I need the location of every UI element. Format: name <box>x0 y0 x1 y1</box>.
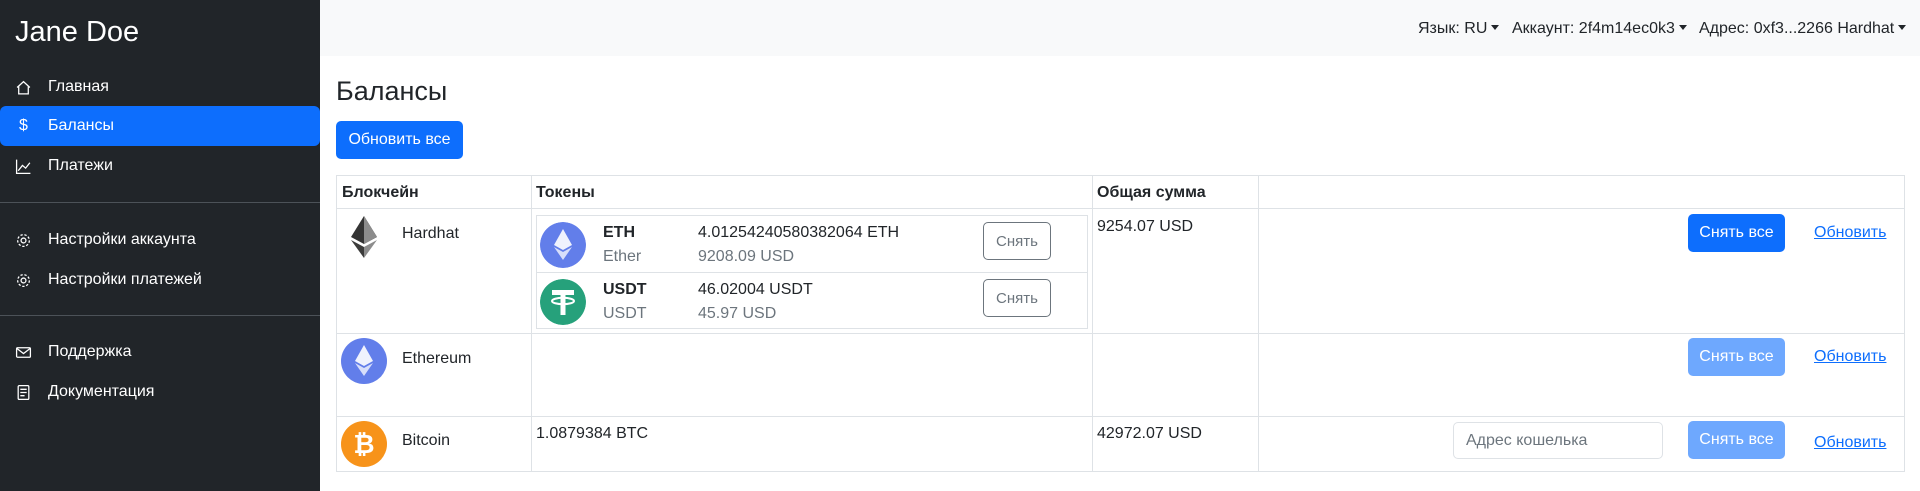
sidebar-item-payment-settings[interactable]: Настройки платежей <box>0 260 320 300</box>
table-border <box>336 471 1905 472</box>
sidebar-item-docs[interactable]: Документация <box>0 372 320 412</box>
sidebar-divider <box>0 315 320 316</box>
refresh-link[interactable]: Обновить <box>1814 224 1886 242</box>
wallet-address-input[interactable]: Адрес кошелька <box>1453 422 1663 459</box>
total-amount: 9254.07 USD <box>1097 218 1194 235</box>
table-border <box>336 175 337 472</box>
list-item: USDT USDT 46.02004 USDT 45.97 USD Снять <box>537 273 1087 330</box>
token-usd-value: 45.97 USD <box>698 305 777 322</box>
address-dropdown[interactable]: Адрес: 0xf3...2266 Hardhat <box>1699 20 1907 38</box>
sidebar-item-label: Платежи <box>48 157 113 174</box>
sidebar-item-label: Балансы <box>48 117 114 134</box>
table-border <box>1092 175 1093 472</box>
withdraw-token-button[interactable]: Снять <box>983 279 1051 317</box>
refresh-link[interactable]: Обновить <box>1814 434 1886 452</box>
sidebar-item-label: Настройки аккаунта <box>48 231 196 248</box>
sidebar-item-account-settings[interactable]: Настройки аккаунта <box>0 220 320 260</box>
svg-text:₿: ₿ <box>353 430 374 460</box>
withdraw-all-button[interactable]: Снять все <box>1688 421 1785 459</box>
dollar-icon: $ <box>19 117 28 134</box>
table-border <box>1904 175 1905 472</box>
sidebar-item-support[interactable]: Поддержка <box>0 332 320 372</box>
token-amount: 46.02004 USDT <box>698 281 813 298</box>
token-amount: 1.0879384 BTC <box>536 425 649 442</box>
chain-name: Bitcoin <box>402 432 451 449</box>
envelope-icon <box>15 344 32 361</box>
withdraw-all-button[interactable]: Снять все <box>1688 214 1785 252</box>
table-border <box>336 333 1905 334</box>
sidebar: Jane Doe Главная $ Балансы Платежи Настр… <box>0 0 320 491</box>
token-amount: 4.01254240580382064 ETH <box>698 224 900 241</box>
user-name: Jane Doe <box>15 16 140 48</box>
token-list: ETH Ether 4.01254240580382064 ETH 9208.0… <box>536 215 1088 329</box>
sidebar-item-label: Главная <box>48 78 109 95</box>
document-icon <box>15 384 32 401</box>
gear-icon <box>15 232 32 249</box>
sidebar-item-home[interactable]: Главная <box>0 67 320 107</box>
account-dropdown[interactable]: Аккаунт: 2f4m14ec0k3 <box>1512 20 1687 38</box>
ethereum-icon <box>540 222 586 268</box>
withdraw-all-button[interactable]: Снять все <box>1688 338 1785 376</box>
tether-icon <box>540 279 586 325</box>
token-name: USDT <box>603 305 647 322</box>
chart-icon <box>15 158 32 175</box>
token-name: Ether <box>603 248 642 265</box>
column-header-tokens: Токены <box>536 184 595 201</box>
token-usd-value: 9208.09 USD <box>698 248 795 265</box>
chevron-down-icon <box>1678 25 1687 30</box>
sidebar-item-label: Настройки платежей <box>48 271 202 288</box>
sidebar-item-payments[interactable]: Платежи <box>0 146 320 186</box>
ethereum-icon <box>341 338 387 384</box>
chevron-down-icon <box>1898 25 1907 30</box>
list-item: ETH Ether 4.01254240580382064 ETH 9208.0… <box>537 216 1087 273</box>
table-border <box>336 208 1905 209</box>
page-title: Балансы <box>336 76 448 106</box>
chain-name: Ethereum <box>402 350 472 367</box>
gear-icon <box>15 272 32 289</box>
home-icon <box>15 79 32 96</box>
table-border <box>336 416 1905 417</box>
total-amount: 42972.07 USD <box>1097 425 1202 442</box>
refresh-all-button[interactable]: Обновить все <box>336 121 463 159</box>
sidebar-divider <box>0 202 320 203</box>
token-symbol: ETH <box>603 224 635 241</box>
sidebar-item-balances[interactable]: $ Балансы <box>0 106 320 146</box>
sidebar-item-label: Документация <box>48 383 155 400</box>
column-header-total: Общая сумма <box>1097 184 1206 201</box>
table-border <box>336 175 1905 176</box>
table-border <box>531 175 532 472</box>
sidebar-item-label: Поддержка <box>48 343 132 360</box>
token-symbol: USDT <box>603 281 647 298</box>
chevron-down-icon <box>1491 25 1500 30</box>
address-label: Адрес: 0xf3...2266 Hardhat <box>1699 20 1895 37</box>
language-dropdown[interactable]: Язык: RU <box>1418 20 1500 38</box>
account-label: Аккаунт: 2f4m14ec0k3 <box>1512 20 1675 37</box>
refresh-link[interactable]: Обновить <box>1814 348 1886 366</box>
chain-name: Hardhat <box>402 225 459 242</box>
language-label: Язык: RU <box>1418 20 1488 37</box>
top-navbar: Язык: RU Аккаунт: 2f4m14ec0k3 Адрес: 0xf… <box>320 0 1920 56</box>
table-border <box>1258 175 1259 472</box>
bitcoin-icon: ₿ <box>341 421 387 467</box>
withdraw-token-button[interactable]: Снять <box>983 222 1051 260</box>
column-header-blockchain: Блокчейн <box>342 184 419 201</box>
ethereum-icon <box>351 216 377 258</box>
